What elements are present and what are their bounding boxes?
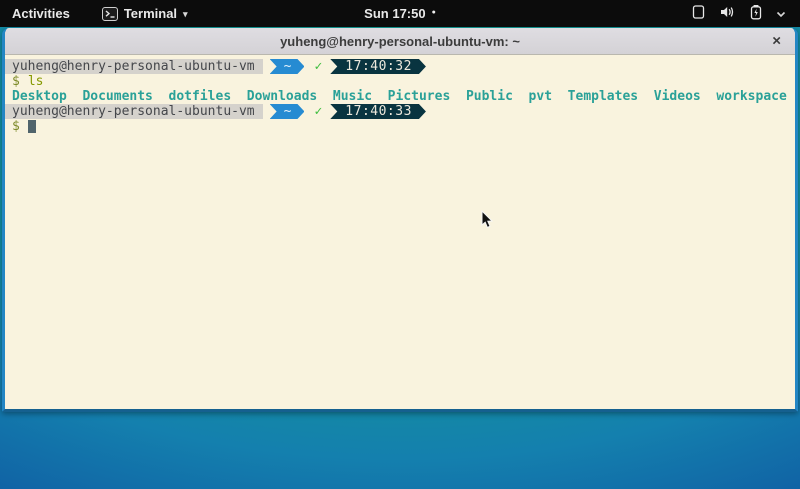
prompt-cwd-segment: ~	[270, 59, 305, 74]
current-input-line[interactable]: $	[5, 119, 795, 134]
text-cursor	[28, 120, 36, 133]
close-icon[interactable]: ×	[772, 34, 781, 49]
directory-item: Music	[333, 89, 372, 104]
activities-button[interactable]: Activities	[0, 0, 82, 27]
notification-dot: ●	[432, 9, 436, 16]
prompt-cwd-segment: ~	[270, 104, 305, 119]
directory-item: Templates	[568, 89, 638, 104]
battery-icon	[749, 4, 763, 23]
directory-item: dotfiles	[169, 89, 232, 104]
prompt-symbol: $	[12, 74, 20, 89]
prompt-line-1: yuheng@henry-personal-ubuntu-vm ~ ✓ 17:4…	[5, 59, 795, 74]
system-tray[interactable]	[677, 0, 800, 27]
clock-button[interactable]: Sun 17:50 ●	[364, 0, 436, 27]
clock-label: Sun 17:50	[364, 6, 425, 21]
activities-label: Activities	[12, 6, 70, 21]
directory-item: Desktop	[12, 89, 67, 104]
prompt-user-host: yuheng@henry-personal-ubuntu-vm	[5, 104, 263, 119]
status-check-icon: ✓	[314, 59, 322, 74]
mouse-cursor	[481, 210, 494, 234]
tray-chevron-down-icon	[776, 6, 786, 21]
prompt-line-2: yuheng@henry-personal-ubuntu-vm ~ ✓ 17:4…	[5, 104, 795, 119]
app-menu-label: Terminal	[124, 6, 177, 21]
top-bar: Activities Terminal ▾ Sun 17:50 ●	[0, 0, 800, 27]
prompt-user-host: yuheng@henry-personal-ubuntu-vm	[5, 59, 263, 74]
directory-item: Public	[466, 89, 513, 104]
command-line: $ ls	[5, 74, 795, 89]
volume-icon	[719, 4, 736, 23]
directory-item: workspace	[716, 89, 786, 104]
window-title: yuheng@henry-personal-ubuntu-vm: ~	[280, 34, 520, 49]
display-icon	[691, 4, 706, 23]
terminal-screen[interactable]: yuheng@henry-personal-ubuntu-vm ~ ✓ 17:4…	[5, 55, 795, 409]
directory-item: Pictures	[388, 89, 451, 104]
prompt-time-segment: 17:40:33	[330, 104, 426, 119]
chevron-down-icon: ▾	[183, 9, 188, 20]
ls-output-line: Desktop Documents dotfiles Downloads Mus…	[5, 89, 795, 104]
directory-item: Documents	[82, 89, 152, 104]
terminal-window: yuheng@henry-personal-ubuntu-vm: ~ × yuh…	[2, 28, 798, 412]
prompt-symbol: $	[12, 119, 20, 134]
directory-list: Desktop Documents dotfiles Downloads Mus…	[12, 89, 787, 104]
app-menu-terminal[interactable]: Terminal ▾	[96, 0, 194, 27]
terminal-app-icon	[102, 7, 118, 21]
status-check-icon: ✓	[314, 104, 322, 119]
directory-item: Downloads	[247, 89, 317, 104]
directory-item: Videos	[654, 89, 701, 104]
prompt-time-segment: 17:40:32	[330, 59, 426, 74]
window-titlebar[interactable]: yuheng@henry-personal-ubuntu-vm: ~ ×	[5, 28, 795, 55]
directory-item: pvt	[529, 89, 552, 104]
typed-command: ls	[28, 74, 44, 89]
